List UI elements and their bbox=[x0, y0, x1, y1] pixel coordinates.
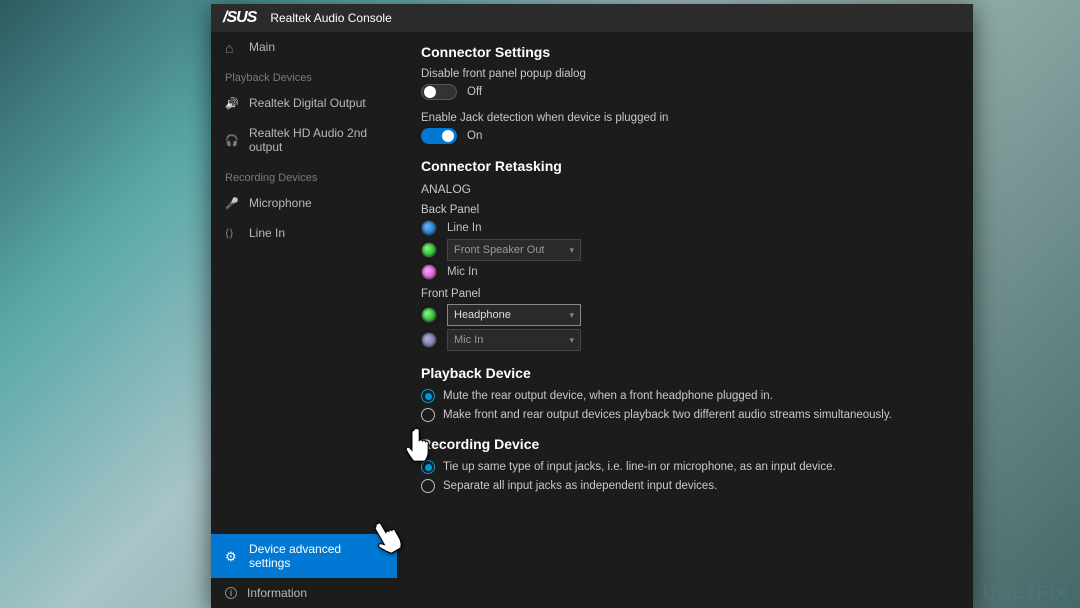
watermark: UGETFIX bbox=[983, 583, 1068, 604]
sidebar-item-label: Realtek HD Audio 2nd output bbox=[249, 126, 383, 154]
microphone-icon bbox=[225, 196, 239, 210]
sidebar-item-label: Main bbox=[249, 40, 275, 54]
sidebar: Main Playback Devices Realtek Digital Ou… bbox=[211, 32, 397, 608]
titlebar: /SUS Realtek Audio Console bbox=[211, 4, 973, 32]
jack-label: Line In bbox=[447, 222, 482, 234]
dropdown-mic-in[interactable]: Mic In ▾ bbox=[447, 329, 581, 351]
jack-label: Mic In bbox=[447, 266, 478, 278]
toggle-disable-popup[interactable] bbox=[421, 84, 457, 100]
sidebar-item-label: Microphone bbox=[249, 196, 312, 210]
sidebar-item-advanced-settings[interactable]: Device advanced settings bbox=[211, 534, 397, 578]
dropdown-value: Headphone bbox=[454, 309, 511, 321]
setting-jack-detection: Enable Jack detection when device is plu… bbox=[421, 112, 949, 144]
sidebar-item-main[interactable]: Main bbox=[211, 32, 397, 62]
jack-row-line-in: Line In bbox=[421, 220, 949, 236]
toggle-jack-detection[interactable] bbox=[421, 128, 457, 144]
sidebar-section-playback: Playback Devices bbox=[211, 62, 397, 88]
app-window: /SUS Realtek Audio Console Main Playback… bbox=[211, 4, 973, 608]
sidebar-item-label: Line In bbox=[249, 226, 285, 240]
main-panel: Connector Settings Disable front panel p… bbox=[397, 32, 973, 608]
radio-selected-icon bbox=[421, 460, 435, 474]
headphone-icon bbox=[225, 133, 239, 147]
radio-row-recording-1[interactable]: Tie up same type of input jacks, i.e. li… bbox=[421, 460, 949, 474]
heading-connector-settings: Connector Settings bbox=[421, 44, 949, 60]
jack-row-mic-in-front: Mic In ▾ bbox=[421, 329, 949, 351]
jack-pink-icon bbox=[421, 264, 437, 280]
label-front-panel: Front Panel bbox=[421, 288, 949, 300]
sidebar-item-information[interactable]: Information bbox=[211, 578, 397, 608]
content-area: Main Playback Devices Realtek Digital Ou… bbox=[211, 32, 973, 608]
radio-icon bbox=[421, 408, 435, 422]
radio-row-playback-2[interactable]: Make front and rear output devices playb… bbox=[421, 408, 949, 422]
gear-icon bbox=[225, 549, 239, 563]
line-in-icon bbox=[225, 226, 239, 240]
sidebar-item-line-in[interactable]: Line In bbox=[211, 218, 397, 248]
jack-green-icon bbox=[421, 307, 437, 323]
setting-label: Enable Jack detection when device is plu… bbox=[421, 112, 949, 124]
info-icon bbox=[225, 587, 237, 599]
sidebar-item-hd-audio[interactable]: Realtek HD Audio 2nd output bbox=[211, 118, 397, 162]
jack-row-mic-in: Mic In bbox=[421, 264, 949, 280]
sidebar-item-label: Device advanced settings bbox=[249, 542, 383, 570]
dropdown-value: Front Speaker Out bbox=[454, 244, 545, 256]
heading-playback-device: Playback Device bbox=[421, 365, 949, 381]
sidebar-item-label: Realtek Digital Output bbox=[249, 96, 366, 110]
jack-row-front-speaker: Front Speaker Out ▾ bbox=[421, 239, 949, 261]
dropdown-front-speaker[interactable]: Front Speaker Out ▾ bbox=[447, 239, 581, 261]
radio-selected-icon bbox=[421, 389, 435, 403]
sidebar-item-digital-output[interactable]: Realtek Digital Output bbox=[211, 88, 397, 118]
label-back-panel: Back Panel bbox=[421, 204, 949, 216]
sidebar-item-label: Information bbox=[247, 586, 307, 600]
label-analog: ANALOG bbox=[421, 182, 949, 196]
home-icon bbox=[225, 40, 239, 54]
sidebar-section-recording: Recording Devices bbox=[211, 162, 397, 188]
radio-label: Separate all input jacks as independent … bbox=[443, 480, 717, 492]
setting-label: Disable front panel popup dialog bbox=[421, 68, 949, 80]
brand-logo: /SUS bbox=[223, 9, 256, 27]
dropdown-value: Mic In bbox=[454, 334, 483, 346]
dropdown-headphone[interactable]: Headphone ▾ bbox=[447, 304, 581, 326]
jack-blue-icon bbox=[421, 220, 437, 236]
app-title: Realtek Audio Console bbox=[270, 11, 391, 25]
jack-row-headphone: Headphone ▾ bbox=[421, 304, 949, 326]
radio-icon bbox=[421, 479, 435, 493]
speaker-icon bbox=[225, 96, 239, 110]
radio-row-recording-2[interactable]: Separate all input jacks as independent … bbox=[421, 479, 949, 493]
jack-purple-icon bbox=[421, 332, 437, 348]
jack-green-icon bbox=[421, 242, 437, 258]
sidebar-spacer bbox=[211, 248, 397, 534]
chevron-down-icon: ▾ bbox=[569, 245, 574, 256]
sidebar-item-microphone[interactable]: Microphone bbox=[211, 188, 397, 218]
radio-label: Mute the rear output device, when a fron… bbox=[443, 390, 773, 402]
radio-label: Make front and rear output devices playb… bbox=[443, 409, 892, 421]
chevron-down-icon: ▾ bbox=[569, 335, 574, 346]
radio-row-playback-1[interactable]: Mute the rear output device, when a fron… bbox=[421, 389, 949, 403]
heading-recording-device: Recording Device bbox=[421, 436, 949, 452]
heading-connector-retasking: Connector Retasking bbox=[421, 158, 949, 174]
setting-disable-popup: Disable front panel popup dialog Off bbox=[421, 68, 949, 100]
radio-label: Tie up same type of input jacks, i.e. li… bbox=[443, 461, 836, 473]
toggle-state: Off bbox=[467, 86, 482, 98]
toggle-state: On bbox=[467, 130, 482, 142]
chevron-down-icon: ▾ bbox=[569, 310, 574, 321]
